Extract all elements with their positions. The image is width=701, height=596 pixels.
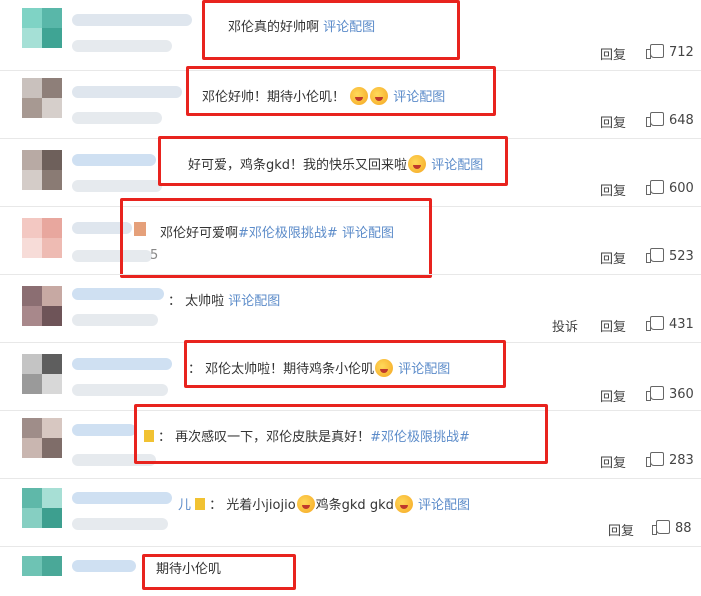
like-button[interactable]: 431 [646,316,694,332]
avatar[interactable] [22,150,62,190]
thumbs-up-icon [646,180,664,195]
reply-button[interactable]: 回复 [600,248,626,267]
like-button[interactable]: 648 [646,112,694,128]
thumbs-up-icon [646,386,664,401]
comment-text: 儿 ： 光着小jiojio 鸡条gkd gkd 评论配图 [178,494,470,513]
reply-button[interactable]: 回复 [608,520,634,539]
highlight-box [158,136,508,186]
avatar[interactable] [22,354,62,394]
username[interactable] [72,358,172,370]
avatar[interactable] [22,218,62,258]
avatar[interactable] [22,286,62,326]
reply-button[interactable]: 回复 [600,452,626,471]
thumbs-up-icon [652,520,670,535]
like-button[interactable]: 283 [646,452,694,468]
thumbs-up-icon [646,316,664,331]
badge-icon [195,498,206,510]
username[interactable] [72,14,192,26]
username[interactable] [72,424,136,436]
emoji-icon [296,495,315,513]
thumbs-up-icon [646,44,664,59]
avatar[interactable] [22,418,62,458]
comment-image-link[interactable]: 评论配图 [418,498,470,513]
reply-button[interactable]: 回复 [600,316,626,335]
highlight-box [202,0,460,60]
highlight-box [134,404,548,464]
comment-text: ： 太帅啦 评论配图 [168,294,281,309]
reply-button[interactable]: 回复 [600,180,626,199]
like-button[interactable]: 712 [646,44,694,60]
highlight-box [120,198,432,278]
like-button[interactable]: 88 [652,520,692,536]
highlight-box [142,554,296,590]
avatar[interactable] [22,78,62,118]
report-button[interactable]: 投诉 [552,316,578,335]
reply-button[interactable]: 回复 [600,44,626,63]
reply-button[interactable]: 回复 [600,112,626,131]
username[interactable] [72,492,172,504]
thumbs-up-icon [646,452,664,467]
reply-button[interactable]: 回复 [600,386,626,405]
avatar[interactable] [22,8,62,48]
like-button[interactable]: 523 [646,248,694,264]
username[interactable] [72,154,156,166]
thumbs-up-icon [646,248,664,263]
emoji-icon [394,495,413,513]
username[interactable] [72,86,182,98]
avatar[interactable] [22,556,62,596]
username[interactable] [72,288,164,300]
avatar[interactable] [22,488,62,528]
username[interactable] [72,560,136,572]
like-button[interactable]: 360 [646,386,694,402]
highlight-box [186,66,496,116]
comment-image-link[interactable]: 评论配图 [228,294,280,309]
highlight-box [184,340,506,388]
thumbs-up-icon [646,112,664,127]
like-button[interactable]: 600 [646,180,694,196]
